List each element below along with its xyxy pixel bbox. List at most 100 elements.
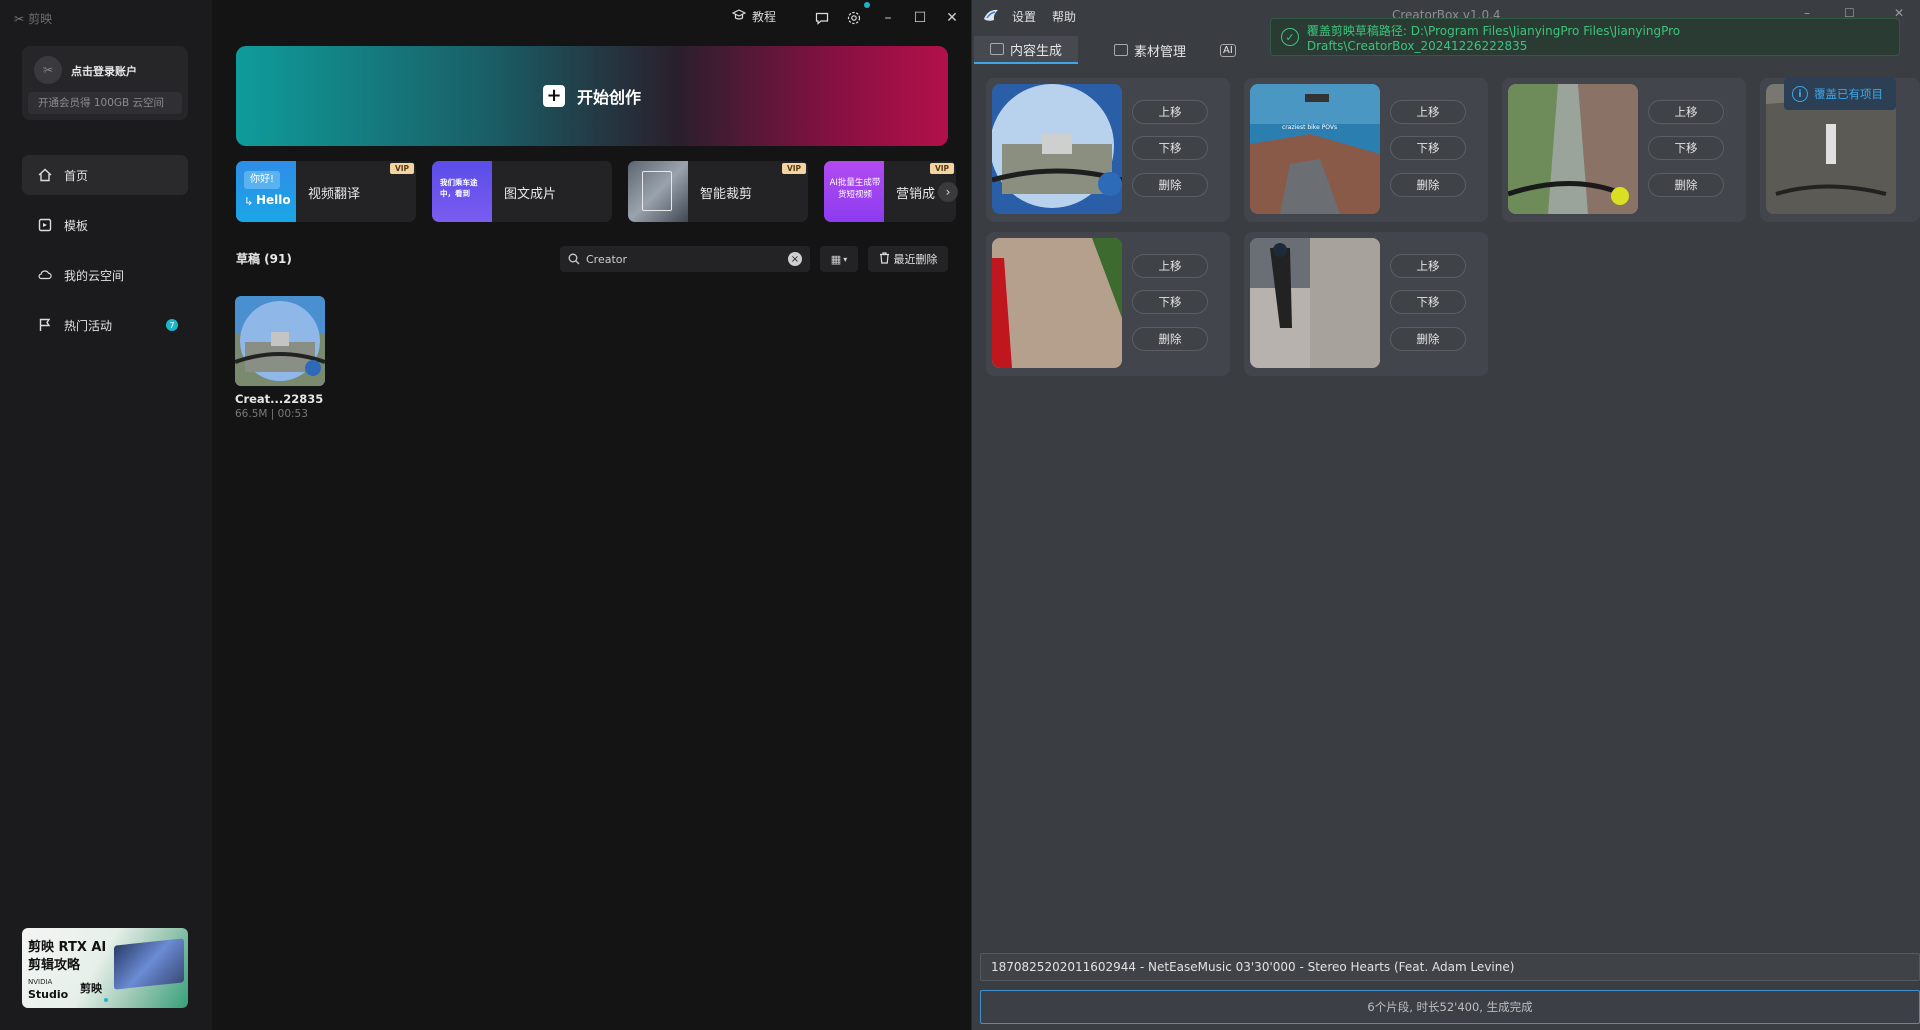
graduation-cap-icon <box>731 9 747 24</box>
package-icon <box>990 43 1004 55</box>
clip-thumbnail[interactable] <box>1508 84 1638 214</box>
tool-text-to-video[interactable]: 我们乘车途中，看到 图文成片 <box>432 161 612 222</box>
clip-thumbnail[interactable]: craziest bike POVs <box>1250 84 1380 214</box>
grid-view-icon: ▦ <box>830 252 842 266</box>
tools-next-arrow[interactable]: › <box>938 182 958 202</box>
chevron-right-icon: › <box>945 185 951 199</box>
cloud-icon <box>38 268 52 282</box>
clear-search-icon[interactable]: × <box>788 252 802 266</box>
vip-badge: VIP <box>930 163 954 174</box>
move-up-button[interactable]: 上移 <box>1648 100 1724 124</box>
clip-card: 上移 下移 删除 <box>986 78 1230 222</box>
tool-marketing[interactable]: AI批量生成带货短视频 营销成 VIP <box>824 161 956 222</box>
move-down-button[interactable]: 下移 <box>1132 290 1208 314</box>
start-creating-label: 开始创作 <box>576 88 641 107</box>
rtx-promo-banner[interactable]: 剪映 RTX AI 剪辑攻略 NVIDIA Studio 剪映 <box>22 928 188 1008</box>
menu-help[interactable]: 帮助 <box>1052 8 1076 25</box>
move-down-button[interactable]: 下移 <box>1648 136 1724 160</box>
clip-card: 上移 下移 删除 <box>986 232 1230 376</box>
delete-button[interactable]: 删除 <box>1390 327 1466 351</box>
marketing-thumb-text: AI批量生成带货短视频 <box>829 178 881 200</box>
tutorial-button[interactable]: 教程 <box>731 8 777 25</box>
delete-button[interactable]: 删除 <box>1132 327 1208 351</box>
login-label[interactable]: 点击登录账户 <box>71 63 137 79</box>
move-up-button[interactable]: 上移 <box>1132 254 1208 278</box>
sidebar-item-home[interactable]: 首页 <box>22 155 188 195</box>
promo-brand: 剪映 <box>80 982 102 995</box>
video-translate-thumb: 你好! Hello ↳ <box>236 161 296 222</box>
sidebar-item-events[interactable]: 热门活动 7 <box>22 305 188 345</box>
tab-asset-management[interactable]: 素材管理 <box>1098 36 1202 64</box>
clip-thumbnail[interactable] <box>992 238 1122 368</box>
drafts-search[interactable]: × <box>560 246 810 272</box>
vip-promo-label[interactable]: 开通会员得 100GB 云空间 <box>28 92 182 114</box>
marketing-thumb: AI批量生成带货短视频 <box>824 161 884 222</box>
clip-thumb-caption: craziest bike POVs <box>1282 124 1338 131</box>
tab-ai[interactable]: AI <box>1204 36 1252 64</box>
sidebar-item-template[interactable]: 模板 <box>22 205 188 245</box>
delete-button[interactable]: 删除 <box>1390 173 1466 197</box>
chevron-down-icon: ▾ <box>843 254 848 264</box>
plus-icon: + <box>542 85 565 107</box>
info-icon: i <box>1792 86 1808 102</box>
tutorial-label: 教程 <box>752 10 777 24</box>
move-up-button[interactable]: 上移 <box>1390 100 1466 124</box>
move-up-button[interactable]: 上移 <box>1132 100 1208 124</box>
maximize-icon[interactable]: ☐ <box>910 8 930 28</box>
feedback-icon[interactable] <box>812 8 832 28</box>
sidebar-item-label: 首页 <box>64 168 89 183</box>
text-to-video-thumb: 我们乘车途中，看到 <box>432 161 492 222</box>
close-icon[interactable]: ✕ <box>942 8 962 28</box>
draft-meta: 66.5M | 00:53 <box>235 408 308 420</box>
clip-card: 上移 下移 删除 <box>1244 232 1488 376</box>
vip-badge: VIP <box>390 163 414 174</box>
sidebar-item-label: 我的云空间 <box>64 268 125 283</box>
settings-gear-icon[interactable] <box>844 8 864 28</box>
jianying-window: ✂ 剪映 ✂ 点击登录账户 开通会员得 100GB 云空间 首页 模板 我的云空… <box>0 0 972 1030</box>
translate-thumb-top: 你好! <box>244 171 280 189</box>
text-to-video-thumb-text: 我们乘车途中，看到 <box>440 178 478 198</box>
move-up-button[interactable]: 上移 <box>1390 254 1466 278</box>
flag-icon <box>38 318 52 332</box>
avatar[interactable]: ✂ <box>34 56 62 84</box>
tab-label: 素材管理 <box>1134 44 1187 60</box>
tool-video-translate[interactable]: 你好! Hello ↳ 视频翻译 VIP <box>236 161 416 222</box>
draft-name: Creat...22835 <box>235 392 324 406</box>
delete-button[interactable]: 删除 <box>1132 173 1208 197</box>
menu-settings[interactable]: 设置 <box>1012 8 1036 25</box>
trash-icon <box>879 251 890 267</box>
login-card[interactable]: ✂ 点击登录账户 开通会员得 100GB 云空间 <box>22 46 188 120</box>
clip-thumbnail[interactable] <box>992 84 1122 214</box>
start-creating-button[interactable]: + 开始创作 <box>236 46 948 146</box>
check-circle-icon: ✓ <box>1281 28 1299 46</box>
vip-badge: VIP <box>782 163 806 174</box>
music-track-field[interactable]: 1870825202011602944 - NetEaseMusic 03'30… <box>980 953 1920 981</box>
draft-path-toast: ✓ 覆盖剪映草稿路径: D:\Program Files\JianyingPro… <box>1270 18 1900 56</box>
jianying-logo-icon: ✂ <box>14 11 25 26</box>
arrow-icon: ↳ <box>244 195 254 208</box>
smart-crop-thumb <box>628 161 688 222</box>
minimize-icon[interactable]: – <box>878 8 898 28</box>
events-badge: 7 <box>166 319 178 331</box>
tool-smart-crop[interactable]: 智能裁剪 VIP <box>628 161 808 222</box>
search-input[interactable] <box>586 252 786 266</box>
package-icon <box>1114 44 1128 56</box>
recently-deleted-button[interactable]: 最近删除 <box>868 246 948 272</box>
promo-screens-image <box>114 938 184 990</box>
move-down-button[interactable]: 下移 <box>1132 136 1208 160</box>
move-down-button[interactable]: 下移 <box>1390 290 1466 314</box>
screen: ✂ 剪映 ✂ 点击登录账户 开通会员得 100GB 云空间 首页 模板 我的云空… <box>0 0 1920 1030</box>
creatorbox-window: 设置 帮助 CreatorBox v1.0.4 – ☐ ✕ 内容生成 素材管理 … <box>972 0 1920 1030</box>
move-down-button[interactable]: 下移 <box>1390 136 1466 160</box>
toast-message: 覆盖剪映草稿路径: D:\Program Files\JianyingPro F… <box>1306 23 1681 53</box>
view-mode-toggle[interactable]: ▦ ▾ <box>820 246 858 272</box>
sidebar-item-cloud[interactable]: 我的云空间 <box>22 255 188 295</box>
delete-button[interactable]: 删除 <box>1648 173 1724 197</box>
promo-studio: Studio <box>28 988 69 1001</box>
draft-card[interactable]: Creat...22835 66.5M | 00:53 <box>235 296 327 420</box>
clip-thumbnail[interactable] <box>1250 238 1380 368</box>
tab-content-generation[interactable]: 内容生成 <box>974 36 1079 64</box>
draft-thumbnail[interactable] <box>235 296 325 386</box>
overwrite-existing-toggle[interactable]: i 覆盖已有项目 <box>1784 78 1896 110</box>
translate-thumb-bottom: Hello <box>256 193 291 207</box>
